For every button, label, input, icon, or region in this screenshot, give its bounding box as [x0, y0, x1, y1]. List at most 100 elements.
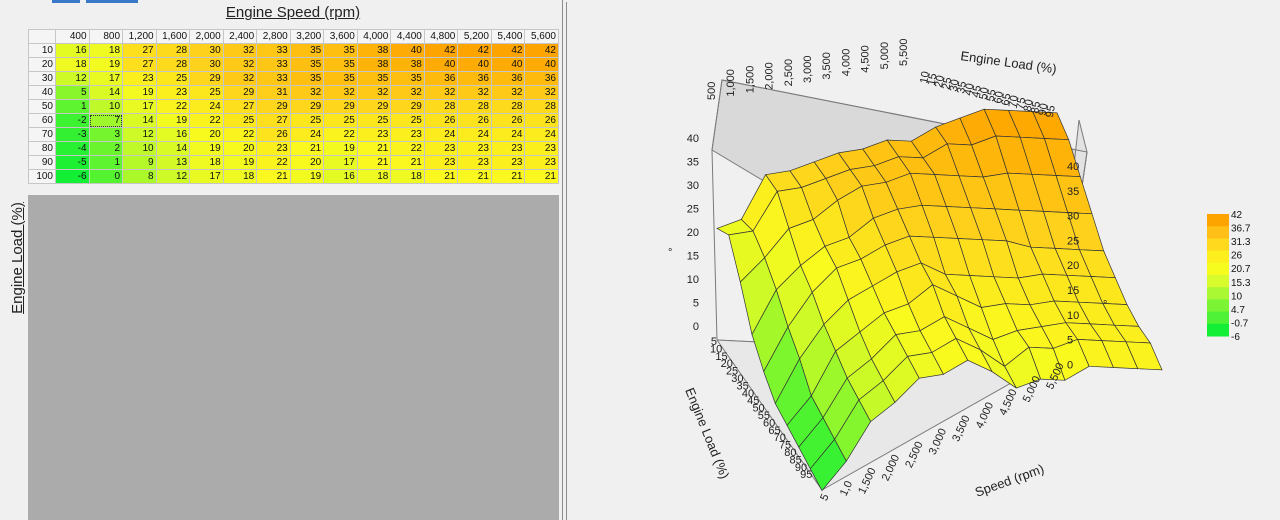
table-cell[interactable]: 23 — [356, 127, 392, 142]
table-cell[interactable]: 17 — [122, 99, 157, 114]
table-cell[interactable]: 22 — [323, 127, 358, 142]
table-cell[interactable]: 28 — [155, 57, 191, 72]
table-cell[interactable]: 23 — [524, 141, 559, 156]
view-tab-1[interactable] — [52, 0, 80, 3]
table-cell[interactable]: 32 — [289, 85, 325, 100]
table-cell[interactable]: 40 — [490, 57, 526, 72]
table-cell[interactable]: 20 — [289, 155, 325, 170]
table-cell[interactable]: 19 — [222, 155, 258, 170]
table-cell[interactable]: 16 — [55, 43, 90, 58]
table-cell[interactable]: 36 — [524, 71, 559, 86]
table-cell[interactable]: 21 — [423, 169, 459, 184]
table-cell[interactable]: 19 — [289, 169, 325, 184]
table-cell[interactable]: 20 — [222, 141, 258, 156]
table-cell[interactable]: 33 — [256, 57, 291, 72]
table-cell[interactable]: 40 — [524, 57, 559, 72]
table-cell[interactable]: 30 — [189, 57, 224, 72]
table-cell[interactable]: 33 — [256, 71, 291, 86]
table-cell[interactable]: 24 — [289, 127, 325, 142]
table-cell[interactable]: 12 — [122, 127, 157, 142]
table-cell[interactable]: 22 — [390, 141, 425, 156]
table-cell[interactable]: 14 — [122, 113, 157, 128]
table-cell[interactable]: 19 — [122, 85, 157, 100]
column-header[interactable]: 5,200 — [457, 29, 492, 44]
column-header[interactable]: 400 — [55, 29, 90, 44]
table-cell[interactable]: 33 — [256, 43, 291, 58]
table-cell[interactable]: 35 — [289, 43, 325, 58]
table-cell[interactable]: 25 — [323, 113, 358, 128]
table-cell[interactable]: 18 — [390, 169, 425, 184]
table-cell[interactable]: 28 — [524, 99, 559, 114]
table-cell[interactable]: 35 — [323, 57, 358, 72]
table-cell[interactable]: 8 — [122, 169, 157, 184]
table-cell[interactable]: 9 — [122, 155, 157, 170]
column-header[interactable]: 2,400 — [222, 29, 258, 44]
table-cell[interactable]: 12 — [55, 71, 90, 86]
column-header[interactable]: 2,000 — [189, 29, 224, 44]
table-cell[interactable]: 31 — [256, 85, 291, 100]
table-cell[interactable]: 32 — [390, 85, 425, 100]
row-header[interactable]: 50 — [28, 99, 56, 114]
row-header[interactable]: 80 — [28, 141, 56, 156]
table-cell[interactable]: 21 — [289, 141, 325, 156]
table-cell[interactable]: 19 — [323, 141, 358, 156]
table-cell[interactable]: 21 — [490, 169, 526, 184]
table-cell[interactable]: 23 — [490, 155, 526, 170]
table-cell[interactable]: 23 — [256, 141, 291, 156]
table-cell[interactable]: 25 — [155, 71, 191, 86]
table-cell[interactable]: 28 — [457, 99, 492, 114]
table-cell[interactable]: 29 — [390, 99, 425, 114]
row-header[interactable]: 40 — [28, 85, 56, 100]
table-cell[interactable]: 3 — [88, 127, 124, 142]
table-cell[interactable]: 23 — [490, 141, 526, 156]
table-cell[interactable]: 19 — [155, 113, 191, 128]
table-cell[interactable]: 26 — [524, 113, 559, 128]
table-cell[interactable]: 18 — [356, 169, 392, 184]
table-cell[interactable]: 30 — [189, 43, 224, 58]
table-cell[interactable]: 22 — [155, 99, 191, 114]
table-cell[interactable]: 19 — [88, 57, 124, 72]
table-cell[interactable]: 17 — [88, 71, 124, 86]
table-cell[interactable]: 42 — [490, 43, 526, 58]
table-cell[interactable]: 1 — [88, 155, 124, 170]
table-cell[interactable]: 29 — [256, 99, 291, 114]
table-cell[interactable]: 17 — [323, 155, 358, 170]
table-cell[interactable]: 26 — [490, 113, 526, 128]
table-cell[interactable]: 32 — [457, 85, 492, 100]
table-cell[interactable]: 21 — [390, 155, 425, 170]
table-cell[interactable]: 14 — [88, 85, 124, 100]
table-cell[interactable]: 14 — [155, 141, 191, 156]
table-cell[interactable]: 25 — [356, 113, 392, 128]
table-cell[interactable]: 35 — [289, 57, 325, 72]
table-cell[interactable]: 5 — [55, 85, 90, 100]
table-cell[interactable]: 42 — [423, 43, 459, 58]
table-cell[interactable]: 16 — [323, 169, 358, 184]
table-cell[interactable]: 32 — [423, 85, 459, 100]
table-cell[interactable]: 2 — [88, 141, 124, 156]
column-header[interactable]: 4,400 — [390, 29, 425, 44]
row-header[interactable]: 30 — [28, 71, 56, 86]
table-cell[interactable]: 26 — [423, 113, 459, 128]
table-cell[interactable]: 20 — [189, 127, 224, 142]
table-cell[interactable]: 32 — [222, 57, 258, 72]
table-cell[interactable]: 28 — [155, 43, 191, 58]
table-cell[interactable]: 27 — [122, 43, 157, 58]
table-cell[interactable]: 36 — [457, 71, 492, 86]
row-header[interactable]: 100 — [28, 169, 56, 184]
table-cell[interactable]: 38 — [356, 57, 392, 72]
row-header[interactable]: 60 — [28, 113, 56, 128]
table-cell[interactable]: 7 — [88, 113, 124, 128]
table-cell[interactable]: 29 — [356, 99, 392, 114]
table-cell[interactable]: 19 — [189, 141, 224, 156]
table-cell[interactable]: 18 — [222, 169, 258, 184]
table-cell[interactable]: -6 — [55, 169, 90, 184]
table-cell[interactable]: 24 — [490, 127, 526, 142]
table-cell[interactable]: 18 — [88, 43, 124, 58]
table-cell[interactable]: 28 — [423, 99, 459, 114]
table-cell[interactable]: 25 — [289, 113, 325, 128]
table-cell[interactable]: 35 — [323, 71, 358, 86]
table-cell[interactable]: 35 — [323, 43, 358, 58]
table-cell[interactable]: 23 — [524, 155, 559, 170]
table-cell[interactable]: 36 — [423, 71, 459, 86]
table-cell[interactable]: 32 — [490, 85, 526, 100]
